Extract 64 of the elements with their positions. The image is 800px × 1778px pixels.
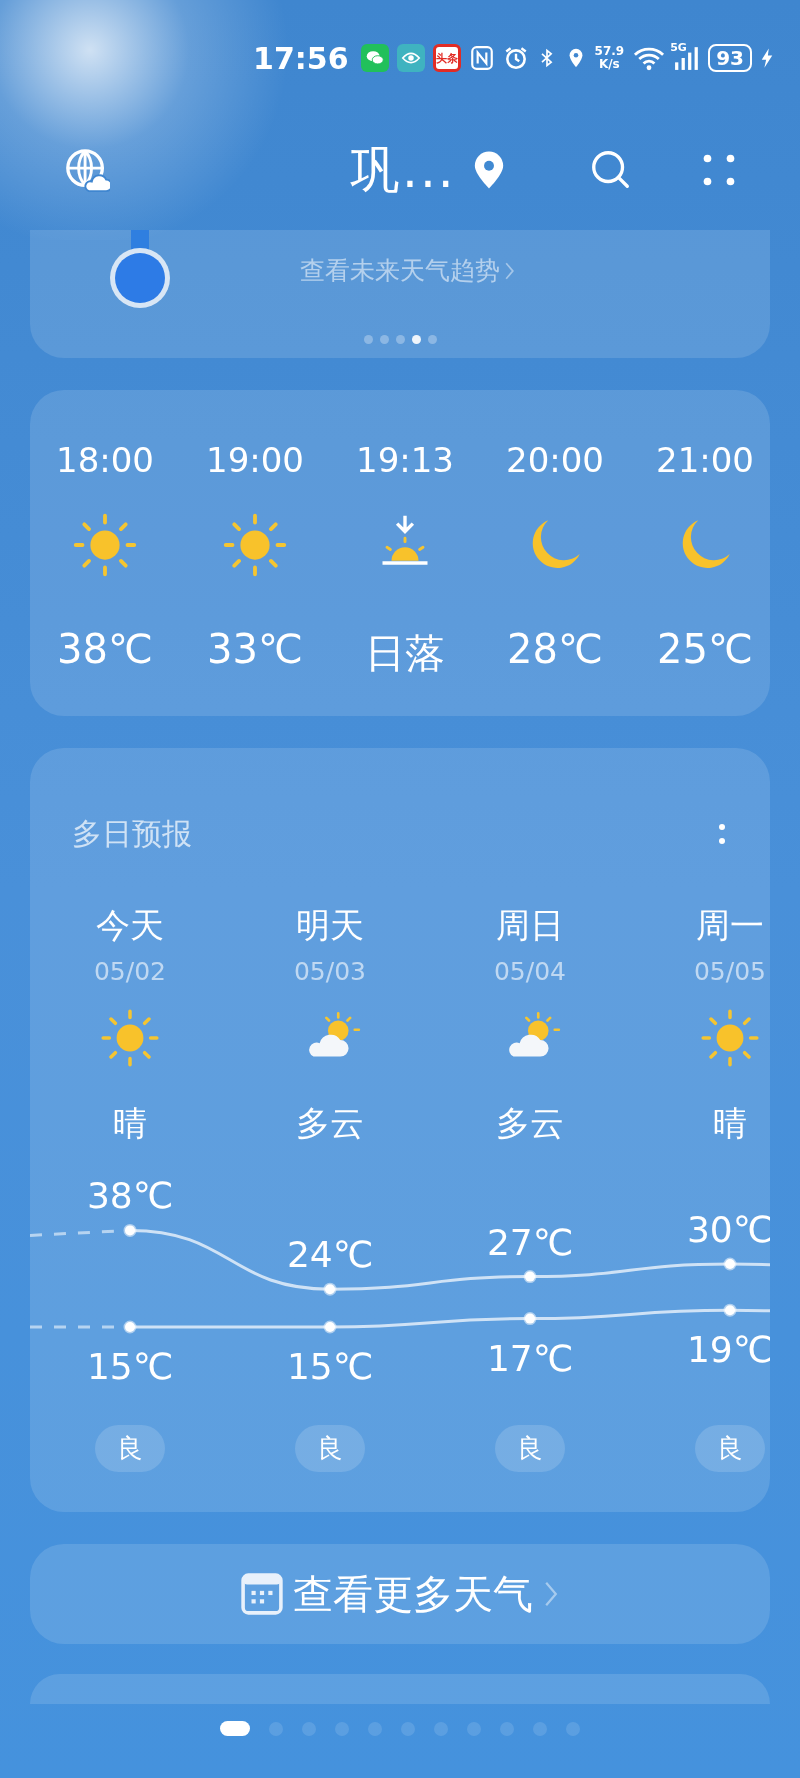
clock-time: 17:56	[253, 40, 349, 76]
page-dot[interactable]	[395, 335, 405, 344]
high-temperature: 38℃	[86, 1175, 174, 1217]
day-name: 明天	[296, 904, 364, 947]
temperature-point	[723, 1257, 737, 1271]
temperature-point	[723, 1303, 737, 1317]
low-temperature: 19℃	[686, 1329, 770, 1371]
hour-temperature: 日落	[365, 629, 445, 678]
high-temperature: 24℃	[286, 1234, 374, 1276]
low-temperature: 15℃	[86, 1346, 174, 1387]
high-temperature: 30℃	[686, 1209, 770, 1250]
high-temperature: 27℃	[486, 1221, 574, 1263]
calendar-icon	[241, 1573, 283, 1615]
page-dot[interactable]	[411, 335, 421, 344]
eye-app-icon	[396, 44, 425, 72]
nfc-icon	[468, 45, 495, 71]
page-dot[interactable]	[379, 335, 389, 344]
temperature-point	[123, 1223, 137, 1237]
city-name: 巩...	[350, 139, 456, 201]
weather-condition: 晴	[113, 1102, 147, 1145]
day-name: 周日	[496, 904, 564, 947]
hour-time: 19:13	[356, 439, 454, 482]
air-quality-badge: 良	[95, 1425, 165, 1472]
more-options-button[interactable]	[718, 822, 726, 847]
forecast-title: 多日预报	[72, 815, 192, 853]
day-date: 05/04	[493, 957, 566, 986]
battery-level: 93	[708, 44, 752, 72]
day-date: 05/03	[293, 957, 366, 986]
weather-condition: 多云	[296, 1102, 364, 1145]
news-app-icon: 头条	[432, 44, 461, 72]
hour-time: 19:00	[206, 439, 304, 482]
low-temperature: 17℃	[486, 1337, 574, 1379]
weather-condition: 多云	[496, 1102, 564, 1145]
speed-unit: K/s	[598, 58, 620, 71]
hour-temperature: 25℃	[657, 626, 753, 672]
hour-temperature: 38℃	[57, 626, 153, 672]
day-date: 05/02	[93, 957, 166, 986]
temperature-point	[323, 1282, 337, 1296]
hour-time: 18:00	[56, 439, 154, 482]
page-dot[interactable]	[427, 335, 437, 344]
more-weather-button[interactable]: 查看更多天气	[30, 1544, 770, 1644]
air-quality-badge: 良	[295, 1425, 365, 1472]
weather-condition: 晴	[713, 1102, 747, 1145]
hour-time: 20:00	[506, 439, 604, 482]
air-quality-badge: 良	[695, 1425, 765, 1472]
network-type: 5G	[670, 41, 687, 54]
city-weather-button[interactable]	[64, 147, 110, 193]
wifi-icon	[632, 45, 667, 71]
temperature-point	[123, 1320, 137, 1334]
hour-time: 21:00	[656, 439, 754, 482]
day-name: 周一	[696, 904, 764, 947]
temperature-point	[523, 1312, 537, 1326]
page-dot[interactable]	[363, 335, 373, 344]
day-name: 今天	[96, 904, 164, 947]
hour-temperature: 33℃	[207, 626, 303, 672]
trend-link[interactable]: 查看未来天气趋势	[300, 254, 515, 287]
network-speed: 57.9	[594, 45, 625, 58]
day-date: 05/05	[693, 957, 766, 986]
low-temperature: 15℃	[286, 1346, 374, 1387]
chat-app-icon	[360, 44, 389, 72]
hour-temperature: 28℃	[507, 626, 603, 672]
temperature-point	[523, 1270, 537, 1284]
temperature-point	[323, 1320, 337, 1334]
air-quality-badge: 良	[495, 1425, 565, 1472]
